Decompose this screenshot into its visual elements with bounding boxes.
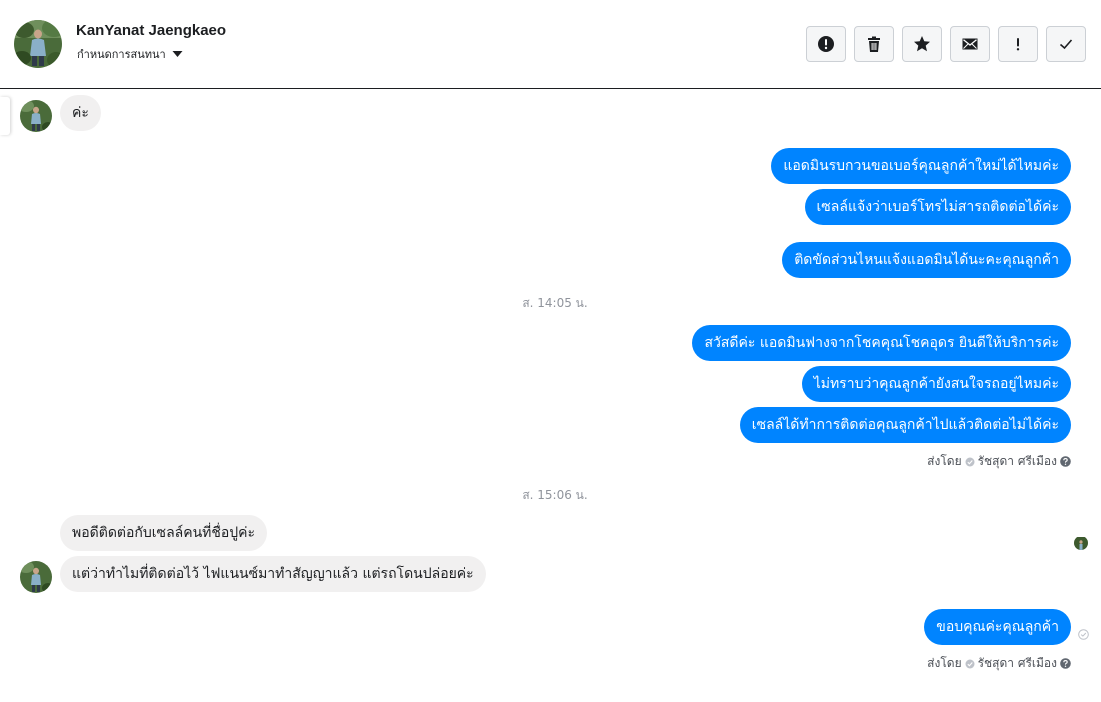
contact-name: KanYanat Jaengkaeo — [76, 22, 227, 39]
mark-done-button[interactable] — [1046, 26, 1086, 62]
sent-by-name: รัชสุดา ศรีเมือง — [977, 656, 1057, 670]
contact-avatar-small — [20, 561, 52, 593]
star-button[interactable] — [902, 26, 942, 62]
message-outgoing[interactable]: ติดขัดส่วนไหนแจ้งแอดมินได้นะคะคุณลูกค้า — [782, 242, 1071, 278]
delete-button[interactable] — [854, 26, 894, 62]
sent-by-label: ส่งโดย — [927, 656, 962, 670]
star-icon — [914, 36, 930, 52]
side-panel-tab[interactable] — [0, 97, 10, 135]
envelope-icon — [962, 38, 978, 50]
message-incoming[interactable]: พอดีติดต่อกับเซลล์คนที่ชื่อปูค่ะ — [60, 515, 268, 551]
header-actions — [806, 26, 1086, 62]
mark-spam-button[interactable] — [806, 26, 846, 62]
conversation-schedule-dropdown[interactable]: กำหนดการสนทนา — [77, 45, 183, 63]
sent-by-info: ส่งโดย รัชสุดา ศรีเมือง — [927, 452, 1071, 471]
message-timestamp: ส. 15:06 น. — [522, 488, 588, 502]
sent-check-icon — [965, 457, 975, 466]
message-outgoing[interactable]: ไม่ทราบว่าคุณลูกค้ายังสนใจรถอยู่ไหมค่ะ — [801, 366, 1071, 402]
help-icon[interactable] — [1060, 456, 1071, 467]
message-outgoing[interactable]: เซลล์ได้ทำการติดต่อคุณลูกค้าไปแล้วติดต่อ… — [739, 407, 1071, 443]
message-outgoing[interactable]: แอดมินรบกวนขอเบอร์คุณลูกค้าใหม่ได้ไหมค่ะ — [771, 148, 1071, 184]
alert-circle-icon — [818, 36, 834, 52]
conversation-header: KanYanat Jaengkaeo กำหนดการสนทนา — [0, 0, 1101, 89]
delivered-check-icon — [1078, 629, 1089, 640]
help-icon[interactable] — [1060, 658, 1071, 669]
seen-avatar — [1074, 536, 1088, 550]
message-incoming[interactable]: ค่ะ — [60, 95, 101, 131]
sent-by-info: ส่งโดย รัชสุดา ศรีเมือง — [927, 654, 1071, 673]
contact-avatar[interactable] — [14, 20, 62, 68]
contact-avatar-small — [20, 100, 52, 132]
conversation-schedule-label: กำหนดการสนทนา — [77, 48, 166, 61]
checkmark-icon — [1059, 39, 1073, 50]
sent-check-icon — [965, 659, 975, 668]
exclamation-icon — [1016, 38, 1020, 51]
sent-by-name: รัชสุดา ศรีเมือง — [977, 454, 1057, 468]
message-outgoing[interactable]: ขอบคุณค่ะคุณลูกค้า — [924, 609, 1071, 645]
message-timestamp: ส. 14:05 น. — [522, 296, 588, 310]
trash-icon — [868, 36, 880, 52]
caret-down-icon — [172, 51, 183, 57]
message-outgoing[interactable]: สวัสดีค่ะ แอดมินฟางจากโชคคุณโชคอุดร ยินด… — [692, 325, 1071, 361]
conversation-view: KanYanat Jaengkaeo กำหนดการสนทนา ค่ะ แอด… — [0, 0, 1101, 702]
sent-by-label: ส่งโดย — [927, 454, 962, 468]
follow-up-button[interactable] — [998, 26, 1038, 62]
message-outgoing[interactable]: เซลล์แจ้งว่าเบอร์โทรไม่สารถติดต่อได้ค่ะ — [804, 189, 1071, 225]
message-incoming[interactable]: แต่ว่าทำไมที่ติดต่อไว้ ไฟแนนซ์มาทำสัญญาแ… — [60, 556, 486, 592]
mark-unread-button[interactable] — [950, 26, 990, 62]
